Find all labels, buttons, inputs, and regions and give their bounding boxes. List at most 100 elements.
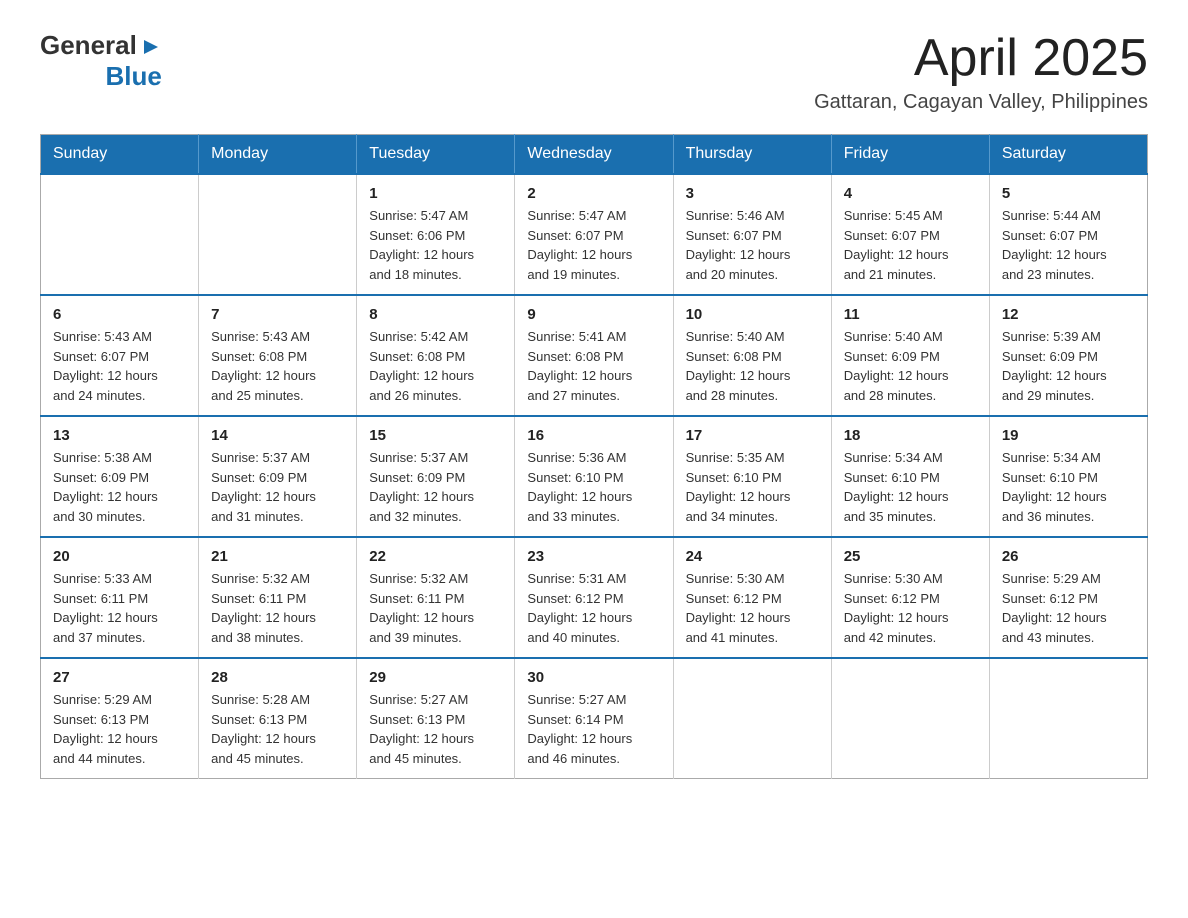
calendar-cell: 12 Sunrise: 5:39 AM Sunset: 6:09 PM Dayli… bbox=[989, 295, 1147, 416]
calendar-cell: 15 Sunrise: 5:37 AM Sunset: 6:09 PM Dayli… bbox=[357, 416, 515, 537]
calendar-cell bbox=[199, 174, 357, 295]
calendar-cell: 1 Sunrise: 5:47 AM Sunset: 6:06 PM Daylig… bbox=[357, 174, 515, 295]
day-info: Sunrise: 5:39 AM Sunset: 6:09 PM Dayligh… bbox=[1002, 327, 1135, 405]
calendar-cell: 27 Sunrise: 5:29 AM Sunset: 6:13 PM Dayli… bbox=[41, 658, 199, 779]
day-info: Sunrise: 5:27 AM Sunset: 6:14 PM Dayligh… bbox=[527, 690, 660, 768]
day-number: 29 bbox=[369, 669, 502, 686]
day-info: Sunrise: 5:45 AM Sunset: 6:07 PM Dayligh… bbox=[844, 206, 977, 284]
day-info: Sunrise: 5:36 AM Sunset: 6:10 PM Dayligh… bbox=[527, 448, 660, 526]
calendar-cell: 17 Sunrise: 5:35 AM Sunset: 6:10 PM Dayli… bbox=[673, 416, 831, 537]
day-info: Sunrise: 5:32 AM Sunset: 6:11 PM Dayligh… bbox=[211, 569, 344, 647]
day-number: 15 bbox=[369, 427, 502, 444]
calendar-week-row: 13 Sunrise: 5:38 AM Sunset: 6:09 PM Dayli… bbox=[41, 416, 1148, 537]
header-saturday: Saturday bbox=[989, 135, 1147, 175]
calendar-cell: 10 Sunrise: 5:40 AM Sunset: 6:08 PM Dayli… bbox=[673, 295, 831, 416]
day-number: 14 bbox=[211, 427, 344, 444]
calendar-cell: 7 Sunrise: 5:43 AM Sunset: 6:08 PM Daylig… bbox=[199, 295, 357, 416]
day-info: Sunrise: 5:34 AM Sunset: 6:10 PM Dayligh… bbox=[844, 448, 977, 526]
calendar-cell: 29 Sunrise: 5:27 AM Sunset: 6:13 PM Dayli… bbox=[357, 658, 515, 779]
calendar-week-row: 1 Sunrise: 5:47 AM Sunset: 6:06 PM Daylig… bbox=[41, 174, 1148, 295]
day-info: Sunrise: 5:27 AM Sunset: 6:13 PM Dayligh… bbox=[369, 690, 502, 768]
calendar-cell: 8 Sunrise: 5:42 AM Sunset: 6:08 PM Daylig… bbox=[357, 295, 515, 416]
day-number: 23 bbox=[527, 548, 660, 565]
calendar-cell: 19Sunrise: 5:34 AM Sunset: 6:10 PM Dayli… bbox=[989, 416, 1147, 537]
day-number: 1 bbox=[369, 185, 502, 202]
calendar-cell: 30 Sunrise: 5:27 AM Sunset: 6:14 PM Dayli… bbox=[515, 658, 673, 779]
calendar-cell bbox=[831, 658, 989, 779]
day-info: Sunrise: 5:42 AM Sunset: 6:08 PM Dayligh… bbox=[369, 327, 502, 405]
day-number: 30 bbox=[527, 669, 660, 686]
logo: General Blue bbox=[40, 30, 162, 92]
calendar-cell: 28Sunrise: 5:28 AM Sunset: 6:13 PM Dayli… bbox=[199, 658, 357, 779]
calendar-cell: 16 Sunrise: 5:36 AM Sunset: 6:10 PM Dayli… bbox=[515, 416, 673, 537]
calendar-subtitle: Gattaran, Cagayan Valley, Philippines bbox=[814, 91, 1148, 114]
day-number: 6 bbox=[53, 306, 186, 323]
day-number: 11 bbox=[844, 306, 977, 323]
day-info: Sunrise: 5:46 AM Sunset: 6:07 PM Dayligh… bbox=[686, 206, 819, 284]
calendar-cell: 20Sunrise: 5:33 AM Sunset: 6:11 PM Dayli… bbox=[41, 537, 199, 658]
day-info: Sunrise: 5:35 AM Sunset: 6:10 PM Dayligh… bbox=[686, 448, 819, 526]
day-info: Sunrise: 5:38 AM Sunset: 6:09 PM Dayligh… bbox=[53, 448, 186, 526]
header-wednesday: Wednesday bbox=[515, 135, 673, 175]
header-thursday: Thursday bbox=[673, 135, 831, 175]
day-info: Sunrise: 5:29 AM Sunset: 6:13 PM Dayligh… bbox=[53, 690, 186, 768]
day-number: 4 bbox=[844, 185, 977, 202]
day-info: Sunrise: 5:44 AM Sunset: 6:07 PM Dayligh… bbox=[1002, 206, 1135, 284]
day-number: 8 bbox=[369, 306, 502, 323]
day-number: 28 bbox=[211, 669, 344, 686]
calendar-cell: 11Sunrise: 5:40 AM Sunset: 6:09 PM Dayli… bbox=[831, 295, 989, 416]
calendar-cell: 23 Sunrise: 5:31 AM Sunset: 6:12 PM Dayli… bbox=[515, 537, 673, 658]
header-monday: Monday bbox=[199, 135, 357, 175]
day-info: Sunrise: 5:29 AM Sunset: 6:12 PM Dayligh… bbox=[1002, 569, 1135, 647]
day-info: Sunrise: 5:43 AM Sunset: 6:08 PM Dayligh… bbox=[211, 327, 344, 405]
day-number: 12 bbox=[1002, 306, 1135, 323]
day-info: Sunrise: 5:40 AM Sunset: 6:08 PM Dayligh… bbox=[686, 327, 819, 405]
day-info: Sunrise: 5:30 AM Sunset: 6:12 PM Dayligh… bbox=[686, 569, 819, 647]
logo-triangle-icon bbox=[140, 36, 162, 58]
title-section: April 2025 Gattaran, Cagayan Valley, Phi… bbox=[814, 30, 1148, 114]
page-header: General Blue April 2025 Gattaran, Cagaya… bbox=[40, 30, 1148, 114]
day-info: Sunrise: 5:41 AM Sunset: 6:08 PM Dayligh… bbox=[527, 327, 660, 405]
day-info: Sunrise: 5:47 AM Sunset: 6:07 PM Dayligh… bbox=[527, 206, 660, 284]
calendar-week-row: 20Sunrise: 5:33 AM Sunset: 6:11 PM Dayli… bbox=[41, 537, 1148, 658]
calendar-cell: 9Sunrise: 5:41 AM Sunset: 6:08 PM Daylig… bbox=[515, 295, 673, 416]
calendar-cell: 6 Sunrise: 5:43 AM Sunset: 6:07 PM Daylig… bbox=[41, 295, 199, 416]
day-number: 27 bbox=[53, 669, 186, 686]
calendar-cell: 5 Sunrise: 5:44 AM Sunset: 6:07 PM Daylig… bbox=[989, 174, 1147, 295]
calendar-week-row: 6 Sunrise: 5:43 AM Sunset: 6:07 PM Daylig… bbox=[41, 295, 1148, 416]
day-number: 16 bbox=[527, 427, 660, 444]
day-info: Sunrise: 5:31 AM Sunset: 6:12 PM Dayligh… bbox=[527, 569, 660, 647]
day-number: 10 bbox=[686, 306, 819, 323]
day-info: Sunrise: 5:43 AM Sunset: 6:07 PM Dayligh… bbox=[53, 327, 186, 405]
calendar-cell: 18 Sunrise: 5:34 AM Sunset: 6:10 PM Dayli… bbox=[831, 416, 989, 537]
day-number: 17 bbox=[686, 427, 819, 444]
day-number: 26 bbox=[1002, 548, 1135, 565]
calendar-cell: 24Sunrise: 5:30 AM Sunset: 6:12 PM Dayli… bbox=[673, 537, 831, 658]
day-info: Sunrise: 5:37 AM Sunset: 6:09 PM Dayligh… bbox=[369, 448, 502, 526]
header-tuesday: Tuesday bbox=[357, 135, 515, 175]
day-info: Sunrise: 5:37 AM Sunset: 6:09 PM Dayligh… bbox=[211, 448, 344, 526]
calendar-cell bbox=[989, 658, 1147, 779]
day-number: 5 bbox=[1002, 185, 1135, 202]
day-info: Sunrise: 5:47 AM Sunset: 6:06 PM Dayligh… bbox=[369, 206, 502, 284]
day-number: 2 bbox=[527, 185, 660, 202]
day-number: 7 bbox=[211, 306, 344, 323]
calendar-cell: 13 Sunrise: 5:38 AM Sunset: 6:09 PM Dayli… bbox=[41, 416, 199, 537]
header-sunday: Sunday bbox=[41, 135, 199, 175]
header-row: Sunday Monday Tuesday Wednesday Thursday… bbox=[41, 135, 1148, 175]
calendar-title: April 2025 bbox=[814, 30, 1148, 87]
day-number: 3 bbox=[686, 185, 819, 202]
calendar-cell: 26 Sunrise: 5:29 AM Sunset: 6:12 PM Dayli… bbox=[989, 537, 1147, 658]
calendar-cell: 2 Sunrise: 5:47 AM Sunset: 6:07 PM Daylig… bbox=[515, 174, 673, 295]
calendar-cell: 21Sunrise: 5:32 AM Sunset: 6:11 PM Dayli… bbox=[199, 537, 357, 658]
day-info: Sunrise: 5:34 AM Sunset: 6:10 PM Dayligh… bbox=[1002, 448, 1135, 526]
calendar-cell: 22Sunrise: 5:32 AM Sunset: 6:11 PM Dayli… bbox=[357, 537, 515, 658]
day-number: 22 bbox=[369, 548, 502, 565]
calendar-cell bbox=[41, 174, 199, 295]
calendar-cell: 14 Sunrise: 5:37 AM Sunset: 6:09 PM Dayli… bbox=[199, 416, 357, 537]
calendar-body: 1 Sunrise: 5:47 AM Sunset: 6:06 PM Daylig… bbox=[41, 174, 1148, 779]
day-number: 13 bbox=[53, 427, 186, 444]
day-number: 18 bbox=[844, 427, 977, 444]
header-friday: Friday bbox=[831, 135, 989, 175]
calendar-cell: 4 Sunrise: 5:45 AM Sunset: 6:07 PM Daylig… bbox=[831, 174, 989, 295]
